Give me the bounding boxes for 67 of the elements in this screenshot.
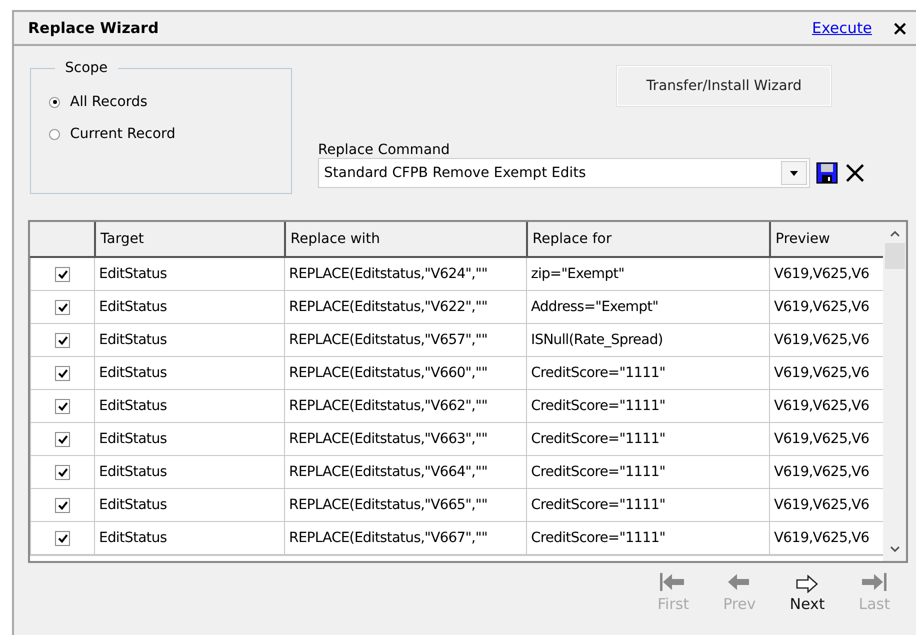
table-cell: V619,V625,V6 (770, 390, 884, 422)
table-cell: REPLACE(Editstatus,"V663","" (284, 422, 526, 456)
table-cell: V619,V625,V6 (770, 324, 884, 356)
table-cell: REPLACE(Editstatus,"V664","" (284, 456, 526, 488)
save-icon[interactable] (816, 162, 838, 184)
scope-radio[interactable]: Current Record (49, 126, 291, 142)
table-cell: V619,V625,V6 (770, 422, 884, 456)
table-cell: V619,V625,V6 (770, 488, 884, 522)
table-cell: EditStatus (94, 390, 284, 422)
table-cell: CreditScore="1111" (526, 390, 770, 422)
table-cell: REPLACE(Editstatus,"V667","" (284, 522, 526, 554)
row-checkbox[interactable] (55, 266, 70, 282)
replace-command-dropdown[interactable]: Standard CFPB Remove Exempt Edits (318, 158, 810, 188)
table-cell: REPLACE(Editstatus,"V622","" (284, 290, 526, 324)
replace-command-label: Replace Command (318, 142, 451, 158)
table-cell: EditStatus (94, 257, 284, 290)
table-cell: V619,V625,V6 (770, 257, 884, 290)
table-cell: EditStatus (94, 290, 284, 324)
table-cell: V619,V625,V6 (770, 356, 884, 390)
table-cell: V619,V625,V6 (770, 522, 884, 554)
table-cell: Address="Exempt" (526, 290, 770, 324)
table-cell: CreditScore="1111" (526, 422, 770, 456)
table-cell: REPLACE(Editstatus,"V624","" (284, 257, 526, 290)
scope-legend: Scope (55, 60, 118, 76)
table-cell: EditStatus (94, 488, 284, 522)
radio-icon[interactable] (49, 128, 60, 140)
column-header[interactable]: Preview (770, 222, 884, 257)
table-cell: REPLACE(Editstatus,"V657","" (284, 324, 526, 356)
table-cell: EditStatus (94, 324, 284, 356)
scrollbar-thumb[interactable] (884, 243, 905, 269)
scroll-down-icon[interactable] (890, 546, 900, 553)
table-cell: ISNull(Rate_Spread) (526, 324, 770, 356)
table-cell: REPLACE(Editstatus,"V660","" (284, 356, 526, 390)
row-checkbox[interactable] (55, 464, 70, 480)
table-cell: EditStatus (94, 522, 284, 554)
row-checkbox[interactable] (55, 332, 70, 348)
radio-icon[interactable] (49, 96, 60, 108)
table-cell: REPLACE(Editstatus,"V662","" (284, 390, 526, 422)
row-checkbox[interactable] (55, 530, 70, 546)
window-title: Replace Wizard (28, 19, 160, 37)
table-cell: EditStatus (94, 422, 284, 456)
last-arrow-icon (859, 571, 890, 593)
scope-radio[interactable]: All Records (49, 94, 291, 110)
table-cell: REPLACE(Editstatus,"V665","" (284, 488, 526, 522)
table-cell: CreditScore="1111" (526, 456, 770, 488)
table-cell: EditStatus (94, 356, 284, 390)
column-header[interactable]: Replace for (526, 222, 770, 257)
nav-button[interactable]: Next (784, 571, 831, 613)
row-checkbox[interactable] (55, 398, 70, 414)
row-checkbox[interactable] (55, 498, 70, 513)
table-cell: V619,V625,V6 (770, 456, 884, 488)
scroll-up-icon[interactable] (890, 230, 900, 237)
transfer-wizard-button[interactable]: Transfer/Install Wizard (617, 66, 831, 106)
table-cell: CreditScore="1111" (526, 356, 770, 390)
column-header[interactable]: Target (94, 222, 284, 257)
table-cell: EditStatus (94, 456, 284, 488)
row-checkbox[interactable] (55, 366, 70, 381)
table-cell: V619,V625,V6 (770, 290, 884, 324)
delete-icon[interactable] (844, 162, 866, 184)
close-button[interactable]: × (890, 18, 910, 38)
execute-link[interactable]: Execute (812, 19, 872, 37)
table-cell: CreditScore="1111" (526, 488, 770, 522)
table-cell: CreditScore="1111" (526, 522, 770, 554)
table-cell: zip="Exempt" (526, 257, 770, 290)
row-checkbox[interactable] (55, 300, 70, 315)
row-checkbox[interactable] (55, 432, 70, 447)
column-header[interactable]: Replace with (284, 222, 526, 257)
